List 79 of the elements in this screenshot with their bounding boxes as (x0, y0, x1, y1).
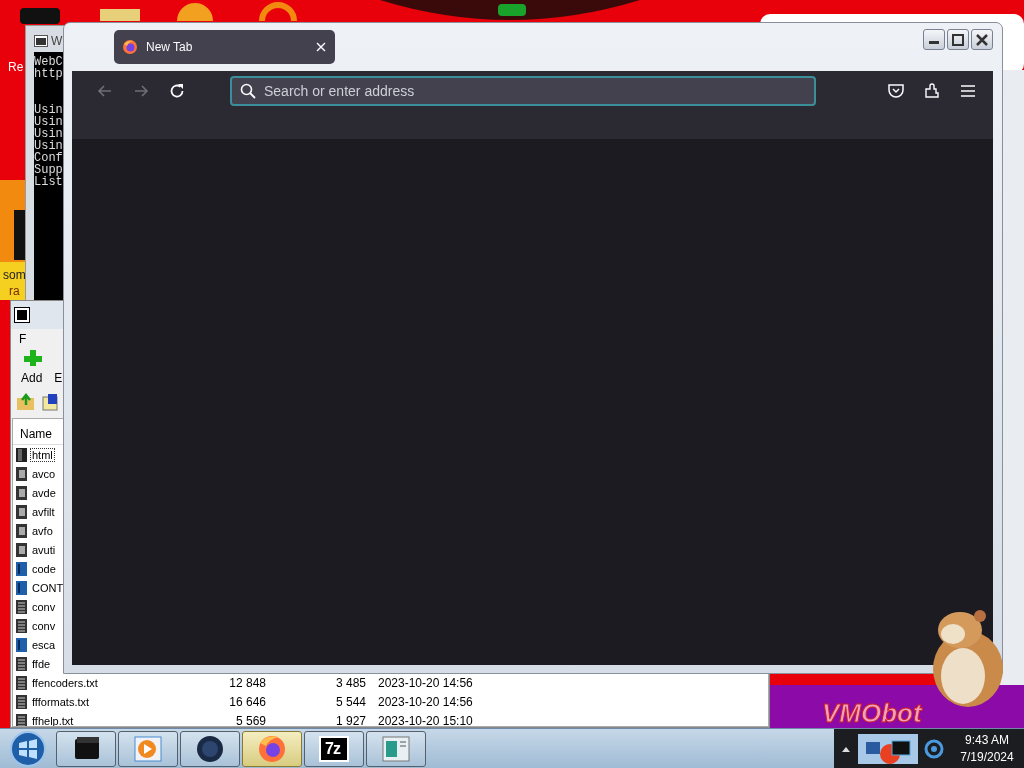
network-icon[interactable] (924, 737, 944, 760)
console-line: Usin (34, 116, 64, 128)
reload-icon[interactable] (168, 82, 186, 100)
archive-app-icon (317, 733, 351, 765)
archive-app-icon (14, 307, 30, 323)
address-field[interactable]: Search or enter address (230, 76, 816, 106)
table-cell-text: 1 927 (334, 713, 366, 726)
app-logo-text: 7z (325, 740, 340, 758)
folder-icon[interactable] (42, 393, 58, 411)
play-icon (131, 733, 165, 765)
table-cell-text: 3 485 (334, 675, 366, 690)
console-line: Usin (34, 140, 64, 152)
banner-text: VMObot (822, 698, 922, 728)
start-button[interactable] (9, 729, 47, 768)
desktop-icon-label[interactable]: Re (8, 60, 24, 74)
toolbar-button[interactable]: Add (21, 371, 43, 385)
file-icon (14, 693, 29, 710)
file-name[interactable]: avde (30, 485, 58, 500)
desktop-icon-label[interactable]: ra (9, 284, 20, 298)
file-name[interactable]: esca (30, 637, 58, 652)
file-name[interactable]: conv (30, 618, 58, 633)
file-icon (14, 674, 29, 691)
column-header[interactable]: Name (20, 427, 52, 441)
file-icon (14, 655, 29, 672)
table-cell-text: 5 569 (234, 713, 266, 726)
file-icon (14, 636, 29, 653)
toolbar-button[interactable]: E (54, 371, 63, 385)
console-line: Usin (34, 128, 64, 140)
file-name[interactable]: conv (30, 599, 58, 614)
file-name[interactable]: avuti (30, 542, 58, 557)
console-line: WebC (34, 56, 64, 68)
file-name[interactable]: avfo (30, 523, 55, 538)
console-line: List (34, 176, 64, 188)
file-icon (14, 712, 29, 726)
console-line: Supp (34, 164, 64, 176)
document-icon (379, 733, 413, 765)
file-name[interactable]: code (30, 561, 58, 576)
console-line: Conf (34, 152, 64, 164)
desktop-app-icon[interactable] (0, 180, 25, 262)
table-cell-text: 5 544 (334, 694, 366, 709)
table-cell-text: 2023-10-20 14:56 (378, 694, 474, 709)
file-name[interactable]: ffformats.txt (30, 694, 92, 709)
clock-date: 7/19/2024 (959, 748, 1015, 766)
table-cell-text: 16 646 (228, 694, 266, 709)
plus-icon (23, 350, 43, 366)
file-name[interactable]: avco (30, 466, 58, 481)
table-cell-text: 12 848 (228, 675, 266, 690)
pocket-icon[interactable] (887, 82, 905, 100)
console-line: http (34, 68, 64, 80)
close-icon[interactable] (315, 41, 327, 53)
clock-time: 9:43 AM (964, 731, 1010, 749)
console-line: Usin (34, 104, 64, 116)
file-icon (14, 446, 29, 463)
menu-item[interactable]: F (19, 332, 27, 346)
browser-tab[interactable]: New Tab (114, 30, 335, 64)
taskbar-button[interactable]: 7z (304, 731, 364, 767)
file-name[interactable]: ffhelp.txt (30, 713, 76, 726)
file-icon (14, 579, 29, 596)
search-icon (240, 83, 256, 99)
window-title: W (51, 34, 63, 48)
file-name[interactable]: ffde (30, 656, 53, 671)
taskbar-button[interactable] (56, 731, 116, 767)
menu-icon[interactable] (959, 82, 977, 100)
table-cell-text: 2023-10-20 14:56 (378, 675, 474, 690)
taskbar-button[interactable] (180, 731, 240, 767)
file-icon (14, 560, 29, 577)
file-icon (14, 617, 29, 634)
file-icon (14, 598, 29, 615)
table-cell-text: 2023-10-20 15:10 (378, 713, 474, 726)
desktop-icon-label[interactable]: som (3, 268, 26, 282)
folder-up-icon[interactable] (16, 393, 36, 411)
console-icon (34, 35, 48, 47)
file-name[interactable]: ffencoders.txt (30, 675, 100, 690)
file-name[interactable]: avfilt (30, 504, 57, 519)
file-name[interactable]: CONT (30, 580, 66, 595)
browser-logo-icon (122, 39, 138, 55)
tray-icons-drawing[interactable] (858, 733, 918, 764)
puzzle-piece-icon[interactable] (923, 82, 941, 100)
file-name[interactable]: html (30, 447, 55, 462)
